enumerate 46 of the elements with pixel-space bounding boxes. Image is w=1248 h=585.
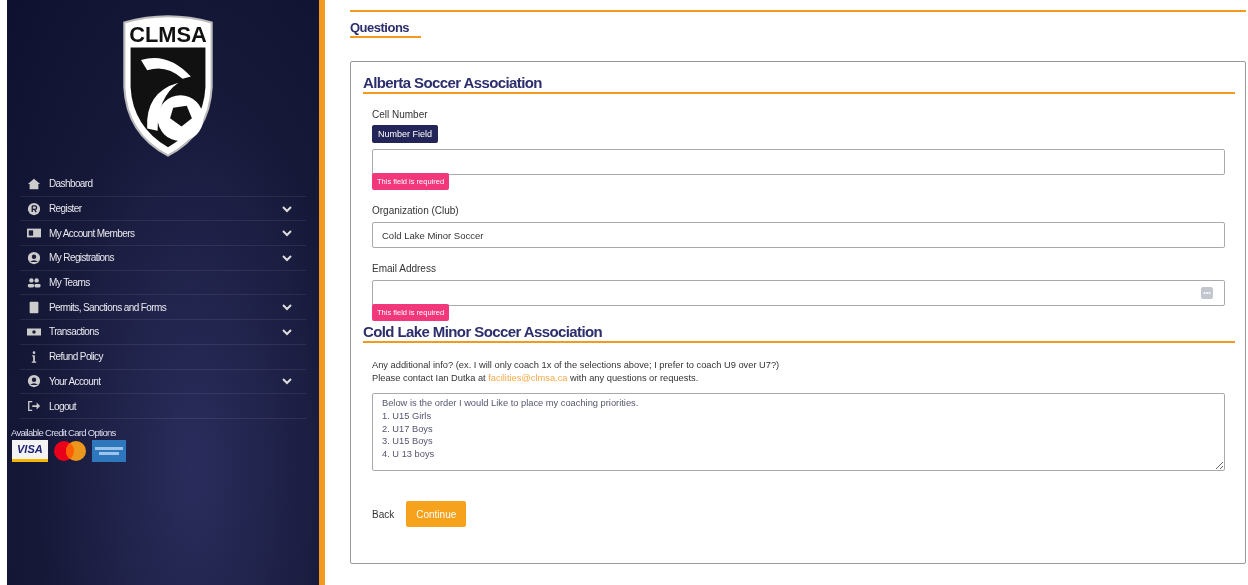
section-heading: Alberta Soccer Association [363, 74, 1235, 94]
menu-label: My Teams [49, 277, 91, 289]
user-circle-icon [27, 374, 41, 389]
contact-text: Please contact Ian Dutka at facilities@clmsa.ca with any questions or requests. [372, 372, 699, 385]
menu-label: Your Account [49, 375, 102, 387]
field-type-tag: Number Field [372, 125, 439, 143]
sidebar-menu-item[interactable]: Register [20, 196, 306, 222]
menu-label: My Account Members [49, 227, 136, 239]
menu-label: Dashboard [49, 178, 94, 190]
menu-label: Permits, Sanctions and Forms [49, 301, 168, 313]
logout-icon [27, 399, 41, 414]
sidebar-menu-item[interactable]: My Teams [20, 270, 306, 296]
users-icon [27, 275, 41, 290]
text-input-field[interactable] [372, 149, 1225, 175]
house-icon [27, 176, 41, 191]
page-title: Questions [350, 20, 422, 38]
menu-label: My Registrations [49, 252, 115, 264]
menu-label: Transactions [49, 326, 100, 338]
mastercard-logo-icon [51, 439, 88, 462]
menu-label: Register [49, 203, 83, 215]
question-text: Any additional info? (ex. I will only coach 1x of the selections above; I prefer to coach U9 over U7?) [372, 359, 780, 372]
amex-card-icon [91, 439, 126, 462]
letter-circle-icon [27, 201, 41, 216]
sidebar-menu-item[interactable]: Dashboard [20, 172, 306, 197]
field-label: Email Address [372, 263, 436, 274]
text-input-field[interactable]: Cold Lake Minor Soccer [372, 222, 1225, 248]
clipboard-icon [27, 300, 41, 315]
sidebar-menu-item[interactable]: Transactions [20, 320, 306, 345]
menu-label: Logout [49, 400, 78, 412]
sidebar-menu-item[interactable]: Your Account [20, 369, 306, 395]
sidebar-menu-item[interactable]: Refund Policy [20, 344, 306, 370]
menu-label: Refund Policy [49, 351, 105, 363]
text-input-field[interactable] [372, 280, 1225, 306]
back-link[interactable]: Back [372, 508, 395, 520]
autofill-icon[interactable] [1201, 287, 1213, 299]
text-area-field[interactable]: Below is the order I would Like to place my coaching priorities. 1. U15 Girls 2. U17 Boys 3. U15 Boys 4. U 13 boys [372, 393, 1225, 471]
visa-card-logo: VISA [12, 439, 48, 462]
credit-card-caption: Available Credit Card Options [11, 426, 117, 438]
field-label: Organization (Club) [372, 205, 459, 216]
field-label: Cell Number [372, 109, 428, 120]
sidebar-menu-item[interactable]: My Account Members [20, 221, 306, 247]
user-circle-icon [27, 250, 41, 265]
sidebar-menu-item[interactable]: Logout [20, 394, 306, 419]
sidebar-menu-item[interactable]: My Registrations [20, 246, 306, 271]
sidebar-menu-item[interactable]: Permits, Sanctions and Forms [20, 295, 306, 321]
section-heading: Cold Lake Minor Soccer Association [363, 323, 1235, 343]
